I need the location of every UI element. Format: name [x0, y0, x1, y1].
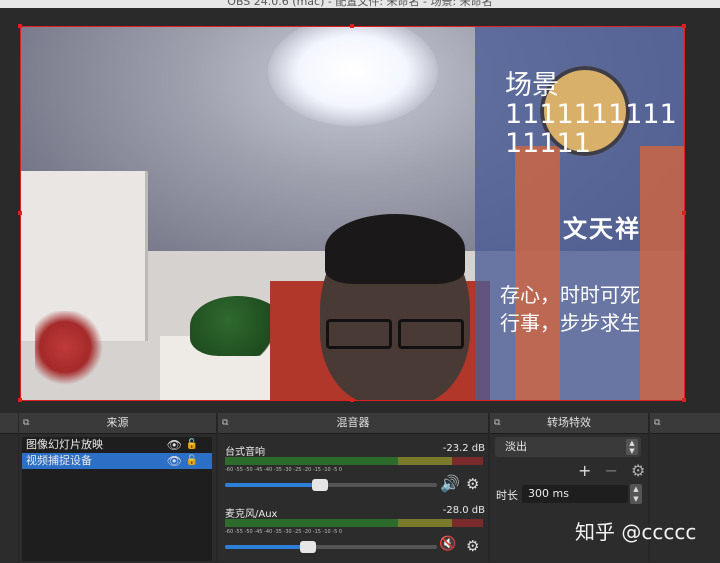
window-titlebar: OBS 24.0.6 (mac) - 配置文件: 未命名 - 场景: 未命名	[0, 0, 720, 8]
dock-float-icon[interactable]: ⧉	[494, 413, 500, 433]
preview-area[interactable]: 场景 1111111111 11111 文天祥 存心，时时可死 行事，步步求生	[0, 8, 720, 413]
resize-handle[interactable]	[682, 24, 686, 28]
preview-canvas[interactable]: 场景 1111111111 11111 文天祥 存心，时时可死 行事，步步求生	[20, 26, 685, 401]
poster-name: 文天祥	[563, 214, 641, 243]
dock-float-icon[interactable]: ⧉	[654, 413, 660, 433]
chevron-updown-icon: ▲ ▼	[626, 439, 638, 455]
transition-selected: 淡出	[505, 440, 527, 453]
sources-list[interactable]: 图像幻灯片放映 👁 🔓 视频捕捉设备 👁 🔓	[22, 437, 212, 561]
gear-icon[interactable]: ⚙	[631, 461, 645, 480]
track-name: 台式音响	[225, 447, 265, 458]
resize-handle[interactable]	[18, 24, 22, 28]
mixer-header: ⧉ 混音器	[218, 413, 488, 434]
muted-speaker-icon[interactable]: 🔇	[439, 536, 456, 552]
transition-tools: + − ⚙	[578, 461, 653, 480]
resize-handle[interactable]	[18, 211, 22, 215]
duration-label: 时长	[496, 489, 518, 502]
volume-knob[interactable]	[299, 541, 316, 553]
source-label: 视频捕捉设备	[26, 454, 92, 467]
remove-icon[interactable]: −	[605, 461, 618, 480]
eye-icon[interactable]: 👁	[167, 453, 182, 469]
volume-fill	[225, 483, 321, 487]
watermark: 知乎 @ccccc	[575, 520, 697, 544]
dock-header	[0, 413, 18, 434]
volume-meter	[225, 519, 483, 527]
transitions-title: 转场特效	[547, 416, 591, 429]
track-db: -23.2 dB	[442, 443, 485, 454]
track-name: 麦克风/Aux	[225, 509, 278, 520]
poster-quote-line: 存心，时时可死	[500, 283, 640, 307]
volume-knob[interactable]	[312, 479, 329, 491]
sources-header: ⧉ 来源	[19, 413, 216, 434]
gear-icon[interactable]: ⚙	[466, 475, 479, 493]
mixer-track: 台式音响 -23.2 dB -60 -55 -50 -45 -40 -35 -3…	[225, 443, 485, 501]
sources-title: 来源	[106, 416, 129, 429]
lock-icon[interactable]: 🔓	[186, 453, 198, 469]
volume-slider[interactable]	[225, 479, 437, 491]
add-icon[interactable]: +	[578, 461, 591, 480]
video-person-hair	[325, 214, 465, 284]
resize-handle[interactable]	[350, 24, 354, 28]
lock-icon[interactable]: 🔓	[186, 437, 198, 453]
speaker-icon[interactable]: 🔊	[440, 474, 460, 493]
poster-banner	[515, 146, 560, 401]
volume-fill	[225, 545, 308, 549]
controls-header: ⧉	[650, 413, 720, 434]
mixer-track: 麦克风/Aux -28.0 dB -60 -55 -50 -45 -40 -35…	[225, 505, 485, 563]
bottom-docks: ⧉ 来源 图像幻灯片放映 👁 🔓 视频捕捉设备 👁 🔓 ⧉ 混音器 台式音响 -…	[0, 413, 720, 561]
video-flowers	[35, 311, 110, 391]
source-label: 图像幻灯片放映	[26, 438, 103, 451]
volume-meter	[225, 457, 483, 465]
poster-quote-line: 行事，步步求生	[500, 311, 640, 335]
volume-slider[interactable]	[225, 541, 437, 553]
eye-icon[interactable]: 👁	[167, 437, 182, 453]
gear-icon[interactable]: ⚙	[466, 537, 479, 555]
resize-handle[interactable]	[682, 211, 686, 215]
poster-banner	[640, 146, 685, 401]
resize-handle[interactable]	[18, 398, 22, 402]
source-item-selected[interactable]: 视频捕捉设备 👁 🔓	[22, 453, 212, 469]
resize-handle[interactable]	[350, 398, 354, 402]
text-source[interactable]: 场景 1111111111 11111	[505, 71, 685, 158]
duration-stepper[interactable]: ▲ ▼	[630, 484, 642, 504]
duration-input[interactable]: 300 ms	[522, 485, 628, 503]
scenes-dock-edge	[0, 413, 18, 561]
window-title: OBS 24.0.6 (mac) - 配置文件: 未命名 - 场景: 未命名	[227, 0, 493, 8]
source-item[interactable]: 图像幻灯片放映 👁 🔓	[22, 437, 212, 453]
transitions-header: ⧉ 转场特效	[490, 413, 648, 434]
resize-handle[interactable]	[682, 398, 686, 402]
video-glasses	[326, 319, 464, 349]
dock-float-icon[interactable]: ⧉	[222, 413, 228, 433]
poster-quote: 存心，时时可死 行事，步步求生	[500, 281, 640, 337]
track-db: -28.0 dB	[442, 505, 485, 516]
dock-float-icon[interactable]: ⧉	[23, 413, 29, 433]
transition-select[interactable]: 淡出 ▲ ▼	[495, 437, 641, 457]
mixer-title: 混音器	[336, 416, 370, 429]
